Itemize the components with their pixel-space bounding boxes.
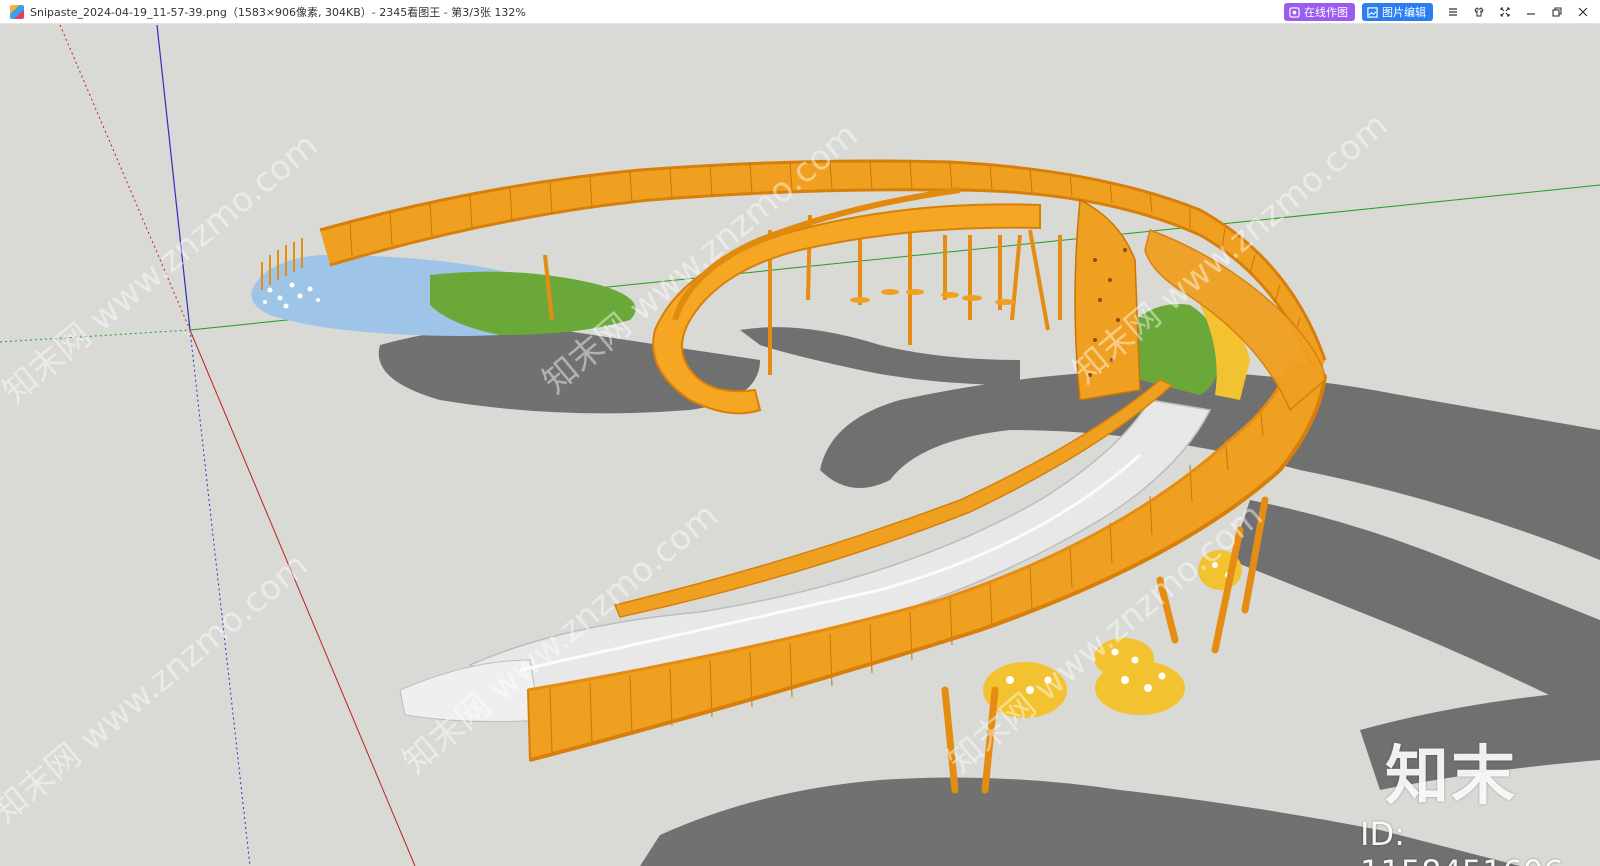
fullscreen-button[interactable] (1492, 0, 1518, 24)
online-edit-label: 在线作图 (1304, 6, 1348, 19)
image-edit-button[interactable]: 图片编辑 (1362, 3, 1433, 21)
fullscreen-icon (1500, 7, 1510, 17)
restore-button[interactable] (1544, 0, 1570, 24)
window-title: Snipaste_2024-04-19_11-57-39.png（1583×90… (30, 5, 526, 19)
minimize-icon (1527, 13, 1535, 15)
image-edit-icon (1367, 6, 1378, 18)
title-bar-controls: 在线作图 图片编辑 (1284, 0, 1600, 24)
restore-icon (1552, 7, 1562, 17)
online-edit-button[interactable]: 在线作图 (1284, 3, 1355, 21)
app-icon (10, 4, 24, 19)
close-button[interactable] (1570, 0, 1596, 24)
menu-icon (1449, 8, 1457, 16)
image-viewport[interactable]: 知末网 www.znzmo.com 知末网 www.znzmo.com 知末网 … (0, 25, 1600, 866)
minimize-button[interactable] (1518, 0, 1544, 24)
online-edit-icon (1289, 6, 1300, 18)
watermark-id: ID: 1158451606 (1360, 815, 1564, 866)
watermark-logo: 知末 (1385, 740, 1517, 814)
menu-button[interactable] (1440, 0, 1466, 24)
image-edit-label: 图片编辑 (1382, 6, 1426, 19)
skin-button[interactable] (1466, 0, 1492, 24)
close-icon (1578, 7, 1588, 17)
title-bar: Snipaste_2024-04-19_11-57-39.png（1583×90… (0, 0, 1600, 24)
skin-icon (1474, 7, 1484, 17)
